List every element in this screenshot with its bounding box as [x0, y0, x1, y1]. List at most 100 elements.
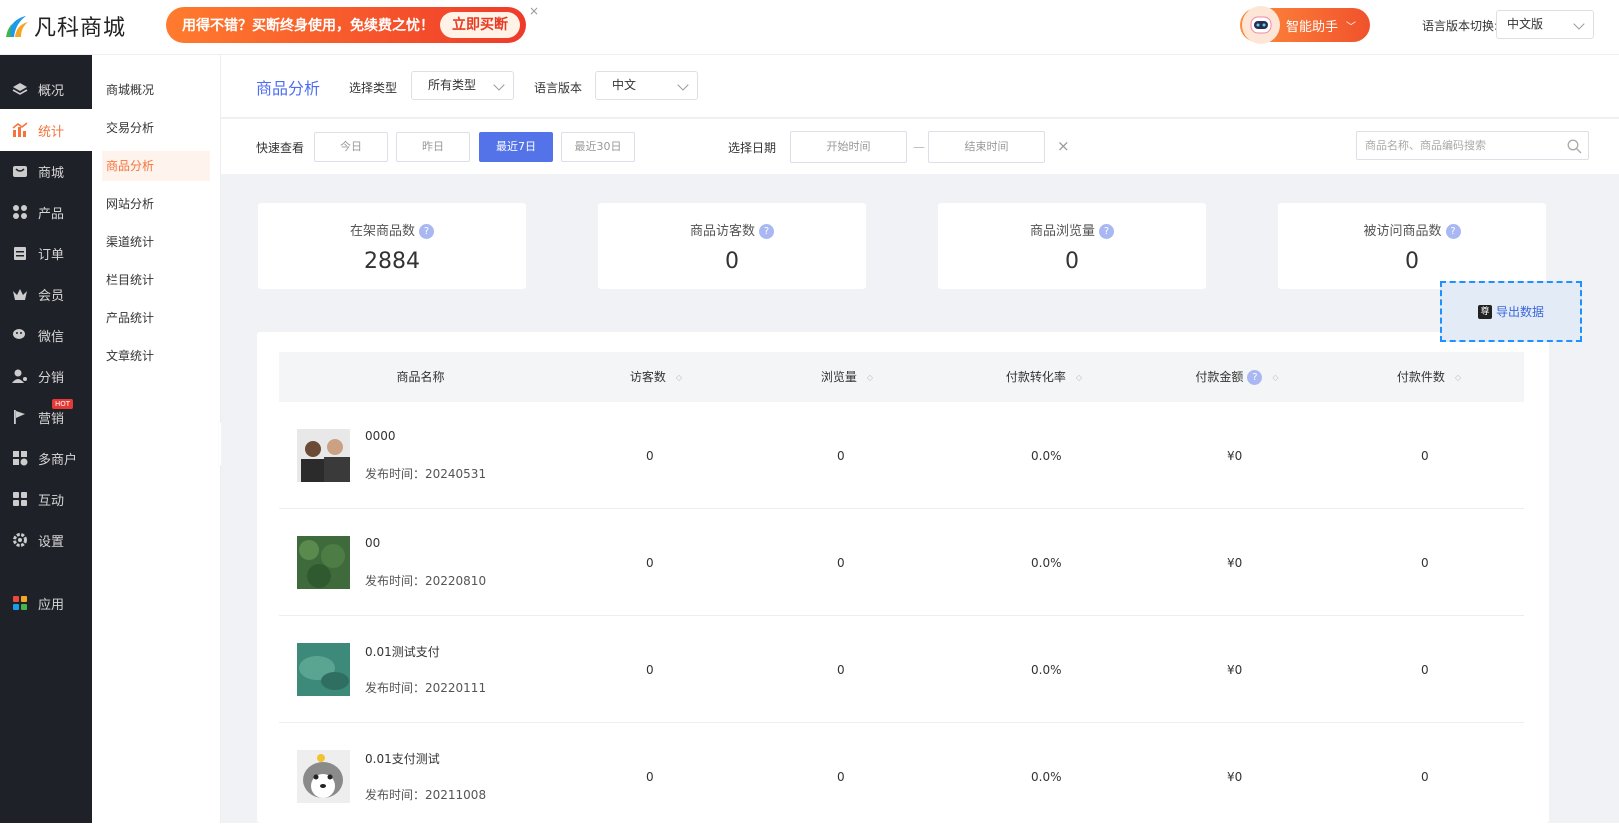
help-icon[interactable]: ?: [1247, 370, 1263, 385]
subnav-item-article-stats[interactable]: 文章统计: [102, 341, 210, 371]
sidebar-item-label: 营销: [38, 411, 65, 427]
cell-views: 0: [837, 449, 845, 463]
product-thumbnail[interactable]: [297, 429, 350, 482]
type-select[interactable]: 所有类型: [411, 71, 514, 100]
subnav-item-column-stats[interactable]: 栏目统计: [102, 265, 210, 295]
flag-icon: [12, 409, 28, 425]
cell-quantity: 0: [1421, 449, 1429, 463]
subnav-item-product-stats[interactable]: 产品统计: [102, 303, 210, 333]
close-icon[interactable]: ×: [529, 4, 539, 18]
sidebar-item-label: 产品: [38, 206, 65, 222]
stat-card-value: 2884: [364, 249, 420, 274]
lang-label: 语言版本: [534, 81, 583, 95]
sidebar-item-product[interactable]: 产品: [0, 191, 92, 233]
product-date: 发布时间：20220810: [365, 574, 487, 588]
help-icon[interactable]: ?: [759, 224, 774, 239]
quick-30days-button[interactable]: 最近30日: [561, 132, 635, 162]
table-row[interactable]: 00 发布时间：20220810 0 0 0.0% ¥0 0: [279, 509, 1524, 616]
product-name[interactable]: 00: [365, 536, 380, 550]
sidebar-item-apps[interactable]: 应用: [0, 582, 92, 624]
type-select-value: 所有类型: [428, 78, 477, 92]
sidebar-item-overview[interactable]: 概况: [0, 68, 92, 110]
crown-icon: [12, 286, 28, 302]
quick-today-button[interactable]: 今日: [314, 132, 388, 162]
logo[interactable]: 凡科商城: [4, 10, 126, 42]
help-icon[interactable]: ?: [1099, 224, 1114, 239]
lang-version-select[interactable]: 中文: [595, 71, 698, 100]
page-title: 商品分析: [256, 79, 321, 98]
sidebar-item-label: 设置: [38, 534, 65, 550]
product-search-input[interactable]: 商品名称、商品编码搜索: [1356, 131, 1589, 160]
sidebar: 概况 统计 商城 产品 订单 会员 微信 分销 营销 HOT 多商户 互动 设置…: [0, 55, 92, 823]
end-date-input[interactable]: 结束时间: [928, 131, 1045, 163]
export-icon: 尊: [1477, 304, 1492, 319]
table-row[interactable]: 0.01测试支付 发布时间：20220111 0 0 0.0% ¥0 0: [279, 616, 1524, 723]
sort-icon[interactable]: ◇: [1455, 353, 1461, 403]
sub-nav: 商城概况 交易分析 商品分析 网站分析 渠道统计 栏目统计 产品统计 文章统计: [92, 55, 221, 823]
product-thumbnail[interactable]: [297, 750, 350, 803]
table-row[interactable]: 0.01支付测试 发布时间：20211008 0 0 0.0% ¥0 0: [279, 723, 1524, 830]
buyout-button[interactable]: 立即买断: [440, 12, 520, 38]
sidebar-item-distribution[interactable]: 分销: [0, 355, 92, 397]
promo-banner[interactable]: 用得不错？买断终身使用，免续费之忧！ 立即买断: [166, 7, 526, 43]
subnav-item-channel-stats[interactable]: 渠道统计: [102, 227, 210, 257]
stat-card-listed: 在架商品数? 2884: [258, 203, 526, 289]
assistant-button[interactable]: 智能助手 ﹀: [1240, 6, 1370, 44]
wechat-icon: [12, 327, 28, 343]
col-amount[interactable]: 付款金额? ◇: [1167, 352, 1307, 402]
product-date: 发布时间：20211008: [365, 788, 487, 802]
quick-label: 快速查看: [256, 141, 305, 155]
sidebar-item-interact[interactable]: 互动: [0, 478, 92, 520]
clear-date-icon[interactable]: ×: [1057, 137, 1070, 155]
lang-switch-select[interactable]: 中文版: [1496, 10, 1594, 39]
quick-yesterday-button[interactable]: 昨日: [396, 132, 470, 162]
filter-bar: 商品分析 选择类型 所有类型 语言版本 中文: [221, 55, 1619, 118]
sidebar-item-order[interactable]: 订单: [0, 232, 92, 274]
subnav-item-product-analysis[interactable]: 商品分析: [102, 151, 210, 181]
gear-icon: [12, 532, 28, 548]
col-conversion[interactable]: 付款转化率 ◇: [979, 352, 1109, 402]
col-quantity[interactable]: 付款件数 ◇: [1364, 352, 1494, 402]
table-row[interactable]: 0000 发布时间：20240531 0 0 0.0% ¥0 0: [279, 402, 1524, 509]
sidebar-item-member[interactable]: 会员: [0, 273, 92, 315]
col-visitors[interactable]: 访客数 ◇: [601, 352, 711, 402]
product-thumbnail[interactable]: [297, 536, 350, 589]
product-name[interactable]: 0000: [365, 429, 396, 443]
order-icon: [12, 245, 28, 261]
product-name[interactable]: 0.01支付测试: [365, 750, 440, 767]
sort-icon[interactable]: ◇: [676, 353, 682, 403]
main-content: 商品分析 选择类型 所有类型 语言版本 中文 快速查看 今日 昨日 最近7日 最…: [221, 55, 1619, 823]
sidebar-item-merchant[interactable]: 多商户: [0, 437, 92, 479]
help-icon[interactable]: ?: [1445, 224, 1461, 239]
chart-icon: [12, 122, 28, 138]
export-data-button[interactable]: 尊 导出数据: [1440, 281, 1582, 342]
sort-icon[interactable]: ◇: [1272, 353, 1278, 403]
help-icon[interactable]: ?: [419, 224, 434, 239]
sort-icon[interactable]: ◇: [1076, 353, 1082, 403]
product-name[interactable]: 0.01测试支付: [365, 643, 440, 660]
stat-card-value: 0: [1405, 249, 1419, 274]
col-views[interactable]: 浏览量 ◇: [792, 352, 902, 402]
sidebar-item-settings[interactable]: 设置: [0, 519, 92, 561]
subnav-item-site-analysis[interactable]: 网站分析: [102, 189, 210, 219]
chevron-down-icon: [677, 79, 689, 91]
stat-card-value: 0: [1065, 249, 1079, 274]
sidebar-item-label: 统计: [38, 124, 65, 140]
sidebar-item-label: 商城: [38, 165, 65, 181]
start-date-input[interactable]: 开始时间: [790, 131, 907, 163]
subnav-item-shop-overview[interactable]: 商城概况: [102, 75, 210, 105]
subnav-item-trade-analysis[interactable]: 交易分析: [102, 113, 210, 143]
sidebar-item-wechat[interactable]: 微信: [0, 314, 92, 356]
search-icon[interactable]: [1567, 137, 1582, 164]
chevron-down-icon: ﹀: [1346, 21, 1357, 33]
sidebar-item-stats[interactable]: 统计: [0, 109, 92, 151]
cell-views: 0: [837, 556, 845, 570]
quick-7days-button[interactable]: 最近7日: [479, 132, 553, 162]
cell-views: 0: [837, 663, 845, 677]
sidebar-item-label: 多商户: [38, 452, 78, 468]
table-header: 商品名称 访客数 ◇ 浏览量 ◇ 付款转化率 ◇ 付款金额? ◇ 付款件数 ◇: [279, 352, 1524, 402]
sidebar-item-marketing[interactable]: 营销 HOT: [0, 396, 92, 438]
product-thumbnail[interactable]: [297, 643, 350, 696]
sidebar-item-shop[interactable]: 商城: [0, 150, 92, 192]
sort-icon[interactable]: ◇: [867, 353, 873, 403]
